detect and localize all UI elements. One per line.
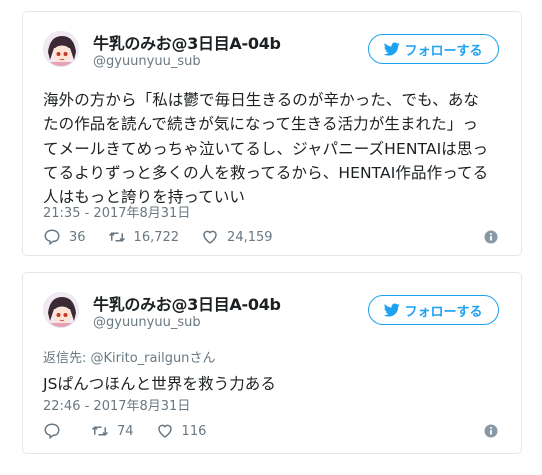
twitter-bird-icon xyxy=(384,42,401,56)
tweet-text-line: 海外の方から「私は鬱で毎日生きるのが辛かった、でも、あな xyxy=(43,91,480,109)
avatar-image-icon xyxy=(44,32,78,66)
tweet-text-line: てメールきてめっちゃ泣いてるし、ジャパニーズHENTAIは思っ xyxy=(43,139,489,158)
avatar[interactable] xyxy=(43,31,79,67)
timestamp[interactable]: 21:35 - 2017年8月31日 xyxy=(43,202,190,221)
reply-context: 返信先: @Kirito_railgunさん xyxy=(43,347,215,366)
author-name[interactable]: 牛乳のみお@3日目A-04b xyxy=(93,30,281,54)
retweet-button[interactable]: 16,722 xyxy=(108,228,180,246)
like-count: 116 xyxy=(181,423,207,439)
reply-button[interactable] xyxy=(43,422,69,440)
reply-icon xyxy=(44,423,60,440)
timestamp[interactable]: 22:46 - 2017年8月31日 xyxy=(43,395,190,414)
follow-button[interactable]: フォローする xyxy=(368,34,499,64)
reply-count: 36 xyxy=(69,229,86,245)
avatar-image-icon xyxy=(44,293,78,327)
tweet-actions: 74 116 xyxy=(43,421,499,441)
reply-icon xyxy=(44,229,60,246)
heart-icon xyxy=(157,424,172,438)
retweet-icon xyxy=(91,426,109,436)
tweet-text-line: てるよりずっと多くの人を救ってるから、HENTAI作品作ってる xyxy=(43,163,489,182)
follow-button-label: フォローする xyxy=(404,304,483,320)
retweet-count: 16,722 xyxy=(133,229,180,245)
like-count: 24,159 xyxy=(227,229,273,245)
info-icon[interactable] xyxy=(483,423,499,439)
retweet-icon xyxy=(108,232,125,242)
reply-prefix: 返信先: xyxy=(43,351,91,366)
heart-icon xyxy=(203,230,217,244)
retweet-count: 74 xyxy=(117,423,134,439)
follow-button[interactable]: フォローする xyxy=(368,295,499,325)
info-icon[interactable] xyxy=(483,229,499,245)
avatar[interactable] xyxy=(43,292,79,328)
author-handle[interactable]: @gyuunyuu_sub xyxy=(93,315,201,330)
tweet-card[interactable]: 牛乳のみお@3日目A-04b @gyuunyuu_sub フォローする 海外の方… xyxy=(22,11,522,256)
tweet-actions: 36 16,722 24,159 xyxy=(43,227,499,247)
reply-user-link[interactable]: @Kirito_railgun xyxy=(91,351,190,366)
like-button[interactable]: 24,159 xyxy=(201,228,273,246)
tweet-text: JSぱんつほんと世界を救う力ある xyxy=(43,375,277,393)
author-handle[interactable]: @gyuunyuu_sub xyxy=(93,54,201,69)
like-button[interactable]: 116 xyxy=(156,422,207,440)
twitter-bird-icon xyxy=(384,303,401,317)
tweet-text-line: たの作品を読んで続きが気になって生きる活力が生まれた」っ xyxy=(43,115,478,134)
reply-suffix: さん xyxy=(189,351,216,366)
tweet-text: 海外の方から「私は鬱で毎日生きるのが辛かった、でも、あな たの作品を読んで続きが… xyxy=(43,88,503,209)
retweet-button[interactable]: 74 xyxy=(91,422,134,440)
reply-button[interactable]: 36 xyxy=(43,228,86,246)
author-name[interactable]: 牛乳のみお@3日目A-04b xyxy=(93,291,281,315)
follow-button-label: フォローする xyxy=(404,43,483,59)
tweet-card[interactable]: 牛乳のみお@3日目A-04b @gyuunyuu_sub フォローする 返信先:… xyxy=(22,272,522,454)
